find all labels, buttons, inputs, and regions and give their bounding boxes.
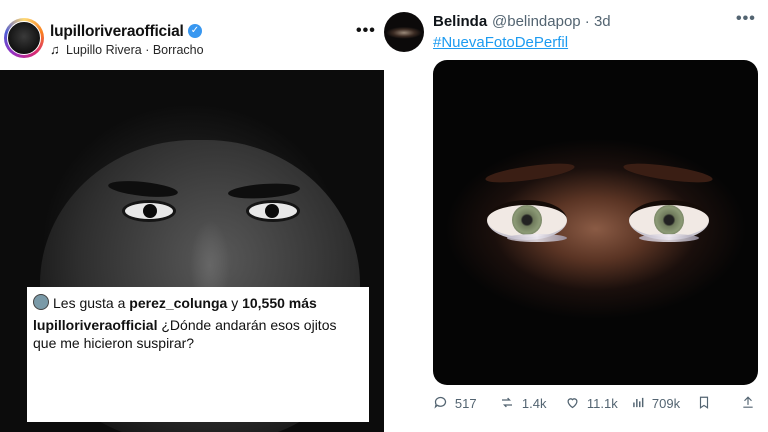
liker-avatar: [33, 294, 49, 310]
caption-username[interactable]: lupilloriveraofficial: [33, 317, 157, 333]
views-icon: [631, 395, 649, 411]
story-ring[interactable]: [4, 18, 44, 58]
likes-count[interactable]: 10,550 más: [242, 295, 317, 311]
avatar[interactable]: [384, 12, 424, 52]
post-caption: lupilloriveraofficial ¿Dónde andarán eso…: [33, 316, 363, 352]
share-icon: [741, 395, 755, 411]
display-name[interactable]: Belinda: [433, 13, 487, 30]
verified-badge-icon: ✓: [188, 24, 202, 38]
hashtag-link[interactable]: #NuevaFotoDePerfil: [433, 34, 568, 51]
liker-username[interactable]: perez_colunga: [129, 295, 227, 311]
reply-count: 517: [454, 396, 477, 411]
repost-icon: [499, 395, 519, 411]
repost-count: 1.4k: [521, 396, 547, 411]
likes-summary[interactable]: Les gusta a perez_colunga y 10,550 más: [33, 294, 363, 312]
repost-button[interactable]: 1.4k: [499, 392, 546, 415]
left-glitter: [507, 234, 567, 242]
right-eyebrow: [622, 159, 714, 187]
left-pupil: [143, 204, 157, 218]
left-eyebrow: [484, 159, 576, 187]
right-pupil: [265, 204, 279, 218]
action-bar: 517 1.4k 11.1k 709k: [433, 392, 763, 414]
music-note-icon: ♫: [50, 42, 60, 57]
handle-and-time[interactable]: @belindapop · 3d: [492, 13, 611, 30]
instagram-post: lupilloriveraofficial ✓ ♫ Lupillo Rivera…: [0, 0, 384, 432]
username-link[interactable]: lupilloriveraofficial: [50, 23, 184, 41]
reply-icon: [433, 395, 452, 411]
like-button[interactable]: 11.1k: [565, 392, 618, 415]
heart-icon: [565, 395, 584, 411]
reply-button[interactable]: 517: [433, 392, 477, 415]
right-glitter: [639, 234, 699, 242]
left-eye: [122, 200, 176, 222]
bookmark-button[interactable]: [697, 392, 714, 415]
likes-prefix: Les gusta a: [53, 295, 130, 311]
twitter-post: Belinda @belindapop · 3d ••• #NuevaFotoD…: [384, 0, 768, 432]
more-options-icon[interactable]: •••: [736, 10, 756, 28]
avatar[interactable]: [7, 21, 41, 55]
right-iris: [654, 205, 684, 235]
views-count: 709k: [651, 396, 681, 411]
more-options-icon[interactable]: •••: [356, 22, 376, 40]
caption-box: Les gusta a perez_colunga y 10,550 más l…: [27, 287, 369, 422]
views-button[interactable]: 709k: [631, 392, 680, 415]
likes-connector: y: [227, 295, 243, 311]
post-header: lupilloriveraofficial ✓ ♫ Lupillo Rivera…: [0, 0, 384, 70]
right-eye: [246, 200, 300, 222]
post-image[interactable]: [433, 60, 758, 385]
like-count: 11.1k: [586, 396, 618, 411]
left-iris: [512, 205, 542, 235]
bookmark-icon: [697, 395, 711, 411]
audio-track-link[interactable]: Lupillo Rivera · Borracho: [66, 43, 204, 57]
share-button[interactable]: [741, 392, 758, 415]
